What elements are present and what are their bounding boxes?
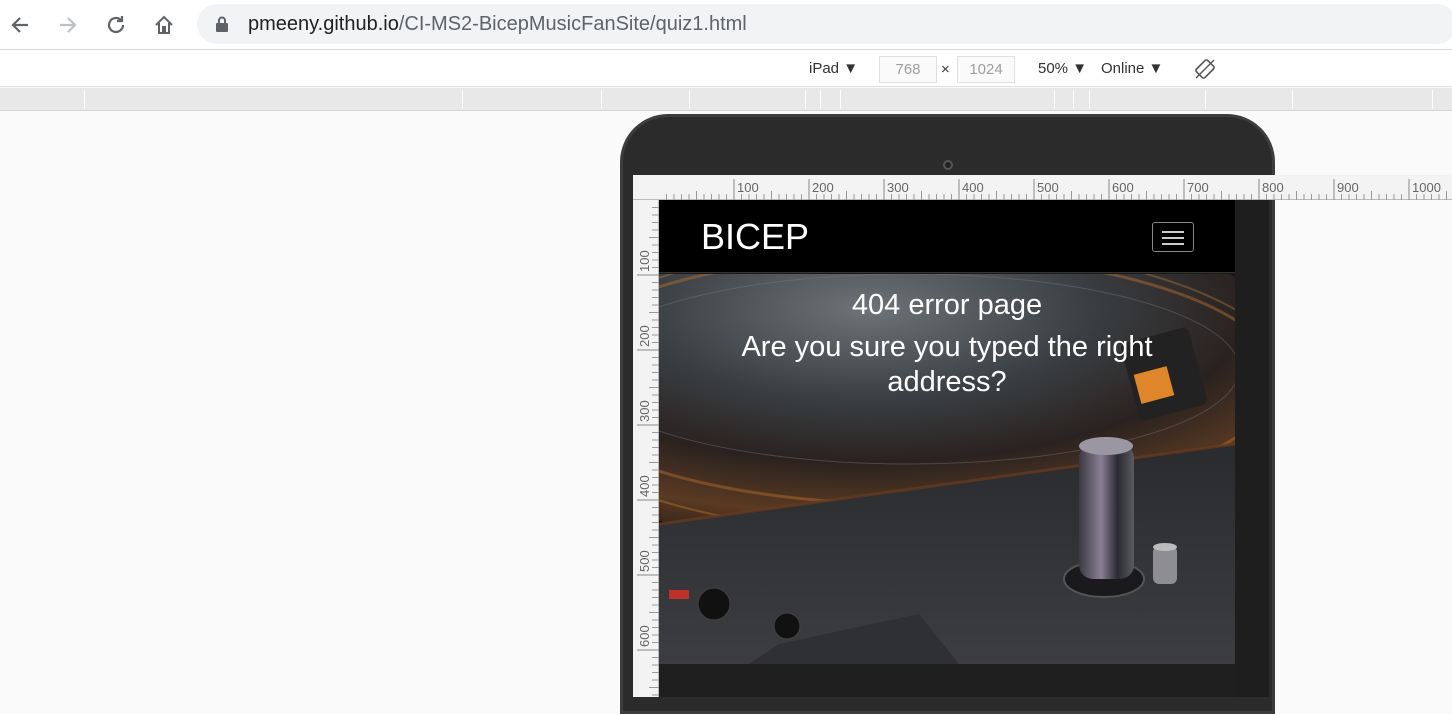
url-host: pmeeny.github.io	[248, 13, 399, 35]
ruler-label: 500	[1037, 180, 1059, 195]
forward-icon[interactable]	[53, 10, 83, 40]
ruler-label: 300	[887, 180, 909, 195]
device-select[interactable]: iPad ▼	[809, 60, 858, 77]
camera-icon	[943, 160, 953, 170]
ruler-label: 300	[637, 400, 652, 422]
site-navbar: BICEP	[659, 200, 1235, 273]
hamburger-line	[1162, 243, 1184, 245]
media-query-marker[interactable]	[1054, 90, 1055, 109]
ruler-label: 200	[812, 180, 834, 195]
url-path: /CI-MS2-BicepMusicFanSite/quiz1.html	[398, 13, 747, 35]
media-query-marker[interactable]	[805, 90, 806, 109]
horizontal-ruler: 100 200 300 400 500 600 700 800 900 1000	[633, 175, 1452, 200]
height-input[interactable]: 1024	[957, 56, 1015, 83]
media-query-bar[interactable]	[0, 88, 1452, 111]
url-text: pmeeny.github.io/CI-MS2-BicepMusicFanSit…	[248, 13, 747, 36]
media-query-marker[interactable]	[820, 90, 821, 109]
device-bezel-right	[1235, 200, 1269, 697]
ruler-label: 100	[637, 250, 652, 272]
network-value: Online	[1101, 60, 1145, 77]
zoom-select[interactable]: 50% ▼	[1038, 60, 1087, 77]
zoom-value: 50%	[1038, 60, 1069, 77]
vertical-ruler: 100 200 300 400 500 600	[633, 200, 659, 697]
media-query-marker[interactable]	[1089, 90, 1090, 109]
ruler-label: 1000	[1412, 180, 1441, 195]
ruler-label: 400	[637, 475, 652, 497]
dropdown-arrow-icon: ▼	[1148, 60, 1164, 77]
dropdown-arrow-icon: ▼	[843, 60, 859, 77]
page-footer-area	[659, 664, 1235, 697]
media-query-marker[interactable]	[1432, 90, 1433, 109]
network-select[interactable]: Online ▼	[1101, 60, 1163, 77]
device-viewport: BICEP 404 error page Are you sure you ty…	[659, 200, 1235, 697]
hamburger-line	[1162, 237, 1184, 239]
media-query-marker[interactable]	[1205, 90, 1206, 109]
times-symbol: ×	[941, 61, 950, 78]
hero-image: 404 error page Are you sure you typed th…	[659, 274, 1235, 664]
ruler-label: 100	[737, 180, 759, 195]
width-input[interactable]: 768	[879, 56, 937, 83]
device-name: iPad	[809, 60, 840, 77]
error-subheading-line2: address?	[887, 366, 1007, 398]
ruler-label: 600	[1112, 180, 1134, 195]
media-query-marker[interactable]	[462, 90, 463, 109]
media-query-marker[interactable]	[1073, 90, 1074, 109]
site-brand[interactable]: BICEP	[701, 216, 809, 258]
home-icon[interactable]	[149, 10, 179, 40]
ruler-label: 400	[962, 180, 984, 195]
ruler-label: 200	[637, 325, 652, 347]
ruler-label: 900	[1337, 180, 1359, 195]
back-icon[interactable]	[5, 10, 35, 40]
media-query-marker[interactable]	[601, 90, 602, 109]
hamburger-line	[1162, 231, 1184, 233]
reload-icon[interactable]	[101, 10, 131, 40]
lock-icon	[215, 16, 229, 37]
dropdown-arrow-icon: ▼	[1072, 60, 1088, 77]
error-subheading-line1: Are you sure you typed the right	[741, 331, 1153, 363]
media-query-marker[interactable]	[840, 90, 841, 109]
ruler-label: 500	[637, 550, 652, 572]
error-heading: 404 error page	[851, 289, 1043, 321]
navbar-toggler-button[interactable]	[1152, 222, 1194, 252]
ruler-label: 600	[637, 625, 652, 647]
address-bar[interactable]: pmeeny.github.io/CI-MS2-BicepMusicFanSit…	[197, 4, 1452, 44]
ruler-label: 800	[1262, 180, 1284, 195]
media-query-marker[interactable]	[1292, 90, 1293, 109]
device-toolbar: iPad ▼ 768 × 1024 50% ▼ Online ▼	[0, 51, 1452, 87]
browser-toolbar: pmeeny.github.io/CI-MS2-BicepMusicFanSit…	[0, 0, 1452, 50]
media-query-marker[interactable]	[84, 90, 85, 109]
media-query-marker[interactable]	[689, 90, 690, 109]
ruler-label: 700	[1187, 180, 1209, 195]
rotate-icon[interactable]	[1194, 58, 1216, 85]
